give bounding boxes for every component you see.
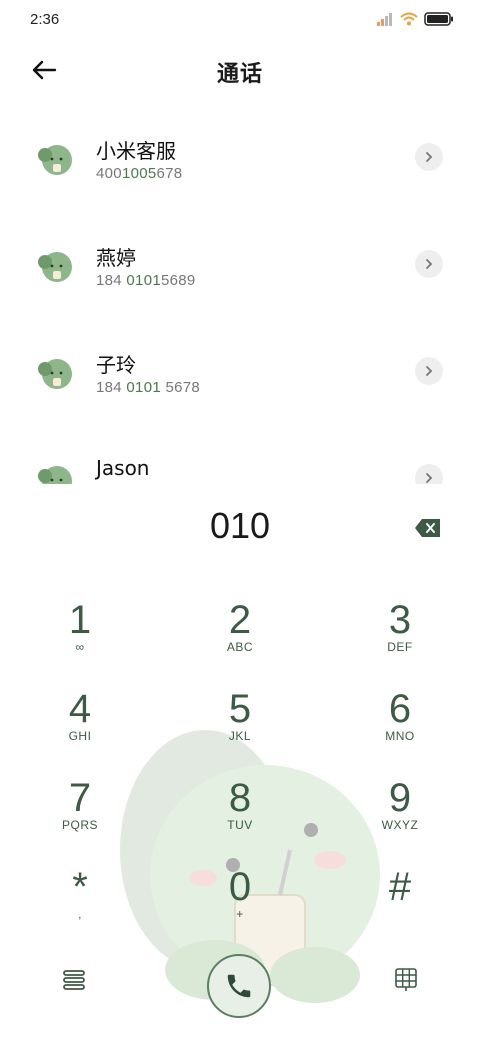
key-digit: 3 xyxy=(388,598,412,642)
key-letters: + xyxy=(236,907,244,921)
key-6[interactable]: 6 MNO xyxy=(340,687,460,759)
key-letters: GHI xyxy=(68,729,92,743)
avatar xyxy=(38,466,72,484)
menu-icon xyxy=(63,970,85,990)
dialpad-toggle-button[interactable] xyxy=(386,960,426,1000)
key-2[interactable]: 2 ABC xyxy=(180,598,300,670)
key-letters: PQRS xyxy=(61,818,98,832)
contact-number: 184 01015689 xyxy=(96,272,196,289)
key-9[interactable]: 9 WXYZ xyxy=(340,776,460,848)
contact-row[interactable]: 燕婷 184 01015689 xyxy=(0,217,480,324)
call-button[interactable] xyxy=(207,954,271,1018)
number-match: 1005 xyxy=(121,165,157,182)
contact-row[interactable]: 小米客服 4001005678 xyxy=(0,110,480,217)
contact-name: 燕婷 xyxy=(96,246,136,270)
number-part: 5689 xyxy=(160,272,196,289)
number-part: 400 xyxy=(96,165,122,182)
key-digit: 5 xyxy=(228,687,252,731)
chevron-right-icon xyxy=(426,366,433,376)
backspace-button[interactable] xyxy=(414,518,442,538)
contact-detail-button[interactable] xyxy=(415,357,443,385)
key-3[interactable]: 3 DEF xyxy=(340,598,460,670)
voicemail-icon: ∞ xyxy=(75,640,85,654)
key-digit: 0 xyxy=(228,865,252,909)
key-7[interactable]: 7 PQRS xyxy=(20,776,140,848)
number-part: 678 xyxy=(156,165,183,182)
key-digit: 2 xyxy=(228,598,252,642)
battery-icon xyxy=(424,12,453,26)
contact-detail-button[interactable] xyxy=(415,464,443,484)
key-letters: MNO xyxy=(385,729,415,743)
key-8[interactable]: 8 TUV xyxy=(180,776,300,848)
dial-input[interactable]: 010 xyxy=(0,505,480,555)
dialed-number: 010 xyxy=(209,505,271,546)
status-time: 2:36 xyxy=(30,11,60,28)
key-digit: 1 xyxy=(68,598,92,642)
avatar xyxy=(38,359,72,389)
contact-number: 4001005678 xyxy=(96,165,182,182)
chevron-right-icon xyxy=(426,473,433,483)
number-part: 184 xyxy=(96,379,127,396)
menu-button[interactable] xyxy=(54,960,94,1000)
key-digit: * xyxy=(72,865,88,909)
contact-detail-button[interactable] xyxy=(415,250,443,278)
avatar xyxy=(38,145,72,175)
key-digit: 9 xyxy=(388,776,412,820)
contact-row[interactable]: Jason xyxy=(0,431,480,484)
contact-detail-button[interactable] xyxy=(415,143,443,171)
signal-icon xyxy=(377,13,392,26)
header: 通话 xyxy=(0,48,480,92)
key-letters: TUV xyxy=(227,818,253,832)
status-bar: 2:36 xyxy=(0,0,480,40)
wifi-icon xyxy=(400,12,418,26)
key-star[interactable]: * , xyxy=(20,865,140,937)
key-letters: ABC xyxy=(226,640,254,654)
contact-number: 184 0101 5678 xyxy=(96,379,200,396)
dialpad-icon xyxy=(395,968,417,991)
contact-suggestion-list[interactable]: 小米客服 4001005678 燕婷 184 01015689 子玲 184 0… xyxy=(0,110,480,484)
key-digit: # xyxy=(388,865,412,909)
key-digit: 6 xyxy=(388,687,412,731)
number-part: 184 xyxy=(96,272,127,289)
page-title: 通话 xyxy=(216,62,263,87)
key-letters: JKL xyxy=(228,729,252,743)
key-hash[interactable]: # xyxy=(340,865,460,937)
contact-name: Jason xyxy=(96,456,150,480)
key-5[interactable]: 5 JKL xyxy=(180,687,300,759)
key-digit: 7 xyxy=(68,776,92,820)
key-digit: 4 xyxy=(68,687,92,731)
key-digit: 8 xyxy=(228,776,252,820)
number-match: 0101 xyxy=(126,272,161,289)
contact-row[interactable]: 子玲 184 0101 5678 xyxy=(0,324,480,431)
avatar xyxy=(38,252,72,282)
key-letters: DEF xyxy=(387,640,413,654)
key-letters: , xyxy=(78,907,82,921)
phone-icon xyxy=(227,974,251,998)
chevron-right-icon xyxy=(426,152,433,162)
key-0[interactable]: 0 + xyxy=(180,865,300,937)
backspace-icon xyxy=(415,519,440,537)
chevron-right-icon xyxy=(426,259,433,269)
key-letters: WXYZ xyxy=(381,818,419,832)
number-match: 0101 xyxy=(126,379,161,396)
contact-name: 小米客服 xyxy=(96,139,176,163)
status-icons xyxy=(376,12,454,26)
key-1[interactable]: 1 ∞ xyxy=(20,598,140,670)
key-4[interactable]: 4 GHI xyxy=(20,687,140,759)
contact-name: 子玲 xyxy=(96,353,136,377)
number-part: 5678 xyxy=(160,379,201,396)
